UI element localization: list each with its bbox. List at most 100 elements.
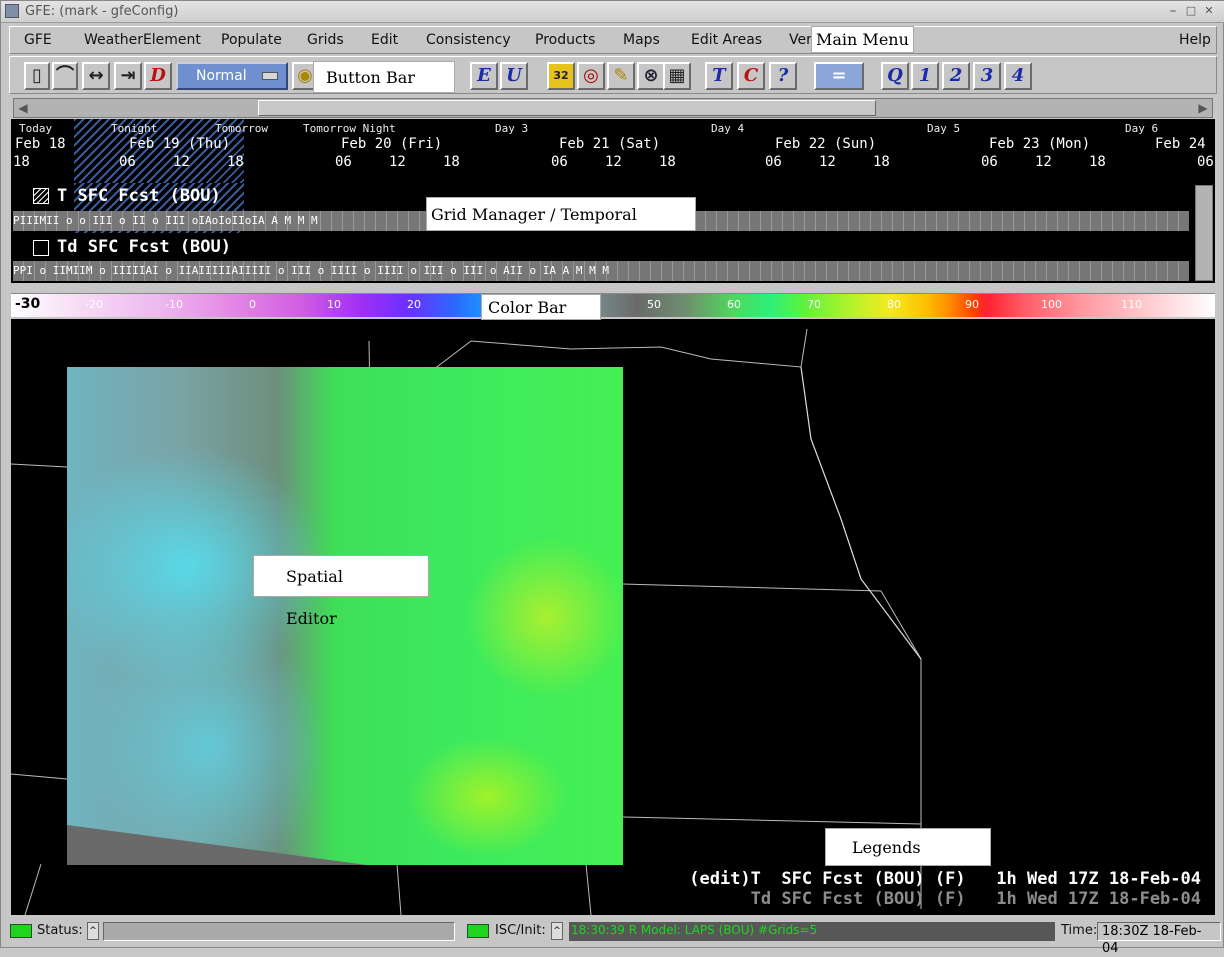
time-scrollbar[interactable]: ◀ ▶ — [13, 98, 1213, 118]
button-4[interactable]: 4 — [1004, 62, 1032, 90]
isc-label: ISC/Init: — [495, 923, 546, 938]
date-label: Feb 22 (Sun) — [775, 136, 877, 152]
colorbar-tick: 50 — [647, 298, 661, 311]
period-day4: Day 4 — [711, 122, 745, 135]
isc-led-icon — [467, 924, 489, 938]
contour-button[interactable]: ⊗ — [637, 62, 665, 90]
callout-legends: Legends — [825, 828, 991, 866]
menu-populate[interactable]: Populate — [221, 32, 282, 48]
time-label: Time: — [1061, 923, 1098, 938]
hour-label: 18 — [443, 154, 460, 170]
colorbar-tick: 100 — [1041, 298, 1062, 311]
time-scale: Today Tonight Tomorrow Tomorrow Night Da… — [11, 119, 1215, 183]
u-button[interactable]: U — [500, 62, 528, 90]
hour-label: 12 — [1035, 154, 1052, 170]
q-button[interactable]: Q — [881, 62, 909, 90]
hour-label: 06 — [119, 154, 136, 170]
status-scroll-button[interactable]: ^ — [87, 922, 99, 940]
pencil-icon: ✎ — [613, 65, 629, 86]
color-bar[interactable]: -30 -20 -10 0 10 20 30 40 50 60 70 80 90… — [11, 293, 1215, 317]
status-led-icon — [10, 924, 32, 938]
legend-inactive[interactable]: Td SFC Fcst (BOU) (F) 1h Wed 17Z 18-Feb-… — [751, 889, 1201, 909]
scroll-left-icon[interactable]: ◀ — [15, 100, 31, 116]
hour-label: 12 — [173, 154, 190, 170]
curve-icon: ⌒ — [56, 65, 74, 86]
scroll-thumb[interactable] — [258, 100, 876, 116]
row2-label[interactable]: Td SFC Fcst (BOU) — [57, 237, 231, 257]
e-button[interactable]: E — [470, 62, 498, 90]
button-bar: ▯ ⌒ ↔ ⇥ D Normal ◉ E U 32 ◎ ✎ ⊗ ▦ T C ? … — [9, 56, 1217, 94]
pencil-button[interactable]: ✎ — [607, 62, 635, 90]
menu-ver[interactable]: Ver — [789, 32, 812, 48]
time-shift-button[interactable]: ⇥ — [114, 62, 142, 90]
callout-main-menu: Main Menu — [811, 26, 914, 53]
menu-help[interactable]: Help — [1179, 32, 1211, 48]
spatial-editor[interactable]: (edit)T SFC Fcst (BOU) (F) 1h Wed 17Z 18… — [11, 319, 1215, 915]
maximize-button[interactable]: □ — [1183, 4, 1199, 19]
equals-select[interactable]: = — [814, 62, 864, 90]
title-bar: GFE: (mark - gfeConfig) ⎯ □ ✕ — [1, 1, 1224, 23]
button-2[interactable]: 2 — [942, 62, 970, 90]
temperature-raster[interactable] — [67, 367, 623, 865]
callout-grid-manager: Grid Manager / Temporal Editor — [426, 197, 696, 258]
hour-label: 18 — [13, 154, 30, 170]
minimize-button[interactable]: ⎯ — [1165, 4, 1181, 19]
edit-mode-select[interactable]: Normal — [176, 62, 288, 90]
colorbar-tick: 20 — [407, 298, 421, 311]
eye-icon: ◉ — [297, 65, 313, 86]
isc-message: 18:30:39 R Model: LAPS (BOU) #Grids=5 — [569, 922, 1055, 941]
menu-edit[interactable]: Edit — [371, 32, 398, 48]
button-1[interactable]: 1 — [911, 62, 939, 90]
colorbar-tick: 110 — [1121, 298, 1142, 311]
row2-checkbox[interactable] — [33, 240, 49, 256]
t-button[interactable]: T — [705, 62, 733, 90]
legend-active[interactable]: (edit)T SFC Fcst (BOU) (F) 1h Wed 17Z 18… — [689, 869, 1201, 889]
pattern-button[interactable]: ▦ — [663, 62, 691, 90]
hour-label: 12 — [389, 154, 406, 170]
menu-consistency[interactable]: Consistency — [426, 32, 511, 48]
colorbar-tick: 90 — [965, 298, 979, 311]
row1-label[interactable]: T SFC Fcst (BOU) — [57, 186, 221, 206]
target-button[interactable]: ◎ — [577, 62, 605, 90]
grid-vscrollbar[interactable] — [1195, 185, 1213, 281]
window-title: GFE: (mark - gfeConfig) — [25, 4, 179, 19]
menu-weatherelement[interactable]: WeatherElement — [84, 32, 201, 48]
menu-grids[interactable]: Grids — [307, 32, 344, 48]
button-3[interactable]: 3 — [973, 62, 1001, 90]
select-box-button[interactable]: ▯ — [24, 62, 50, 90]
isc-scroll-button[interactable]: ^ — [551, 922, 563, 940]
row2-grid-blocks[interactable]: PPI o IIMIIM o IIIIIAI o IIAIIIIIAIIIII … — [13, 261, 1189, 281]
no-data-region — [67, 825, 367, 865]
colorbar-tick: 60 — [727, 298, 741, 311]
contour-icon: ⊗ — [643, 65, 659, 86]
pan-button[interactable]: ↔ — [82, 62, 110, 90]
dropdown-knob-icon — [262, 72, 278, 80]
close-button[interactable]: ✕ — [1201, 4, 1217, 19]
c-button[interactable]: C — [737, 62, 765, 90]
scroll-right-icon[interactable]: ▶ — [1195, 100, 1211, 116]
menu-maps[interactable]: Maps — [623, 32, 660, 48]
pattern-icon: ▦ — [668, 65, 686, 86]
colorbar-tick: -20 — [85, 298, 103, 311]
hour-label: 12 — [605, 154, 622, 170]
status-bar: Status: ^ ISC/Init: ^ 18:30:39 R Model: … — [5, 919, 1221, 956]
menu-gfe[interactable]: GFE — [24, 32, 52, 48]
help-question-button[interactable]: ? — [769, 62, 797, 90]
box-icon: ▯ — [32, 65, 42, 86]
menu-edit-areas[interactable]: Edit Areas — [691, 32, 762, 48]
period-today: Today — [19, 122, 53, 135]
equals-value: = — [831, 65, 847, 86]
date-label: Feb 21 (Sat) — [559, 136, 661, 152]
d-button[interactable]: D — [144, 62, 172, 90]
hour-label: 18 — [1089, 154, 1106, 170]
date-label: Feb 24 — [1155, 136, 1206, 152]
date-label: Feb 19 (Thu) — [129, 136, 231, 152]
curve-tool-button[interactable]: ⌒ — [52, 62, 78, 90]
status-message-field — [103, 922, 455, 941]
main-menu: GFE WeatherElement Populate Grids Edit C… — [9, 26, 1217, 54]
row1-checkbox[interactable] — [33, 188, 49, 204]
hour-label: 18 — [873, 154, 890, 170]
menu-products[interactable]: Products — [535, 32, 595, 48]
badge-32-button[interactable]: 32 — [547, 62, 575, 90]
arrows-in-icon: ⇥ — [120, 65, 136, 86]
